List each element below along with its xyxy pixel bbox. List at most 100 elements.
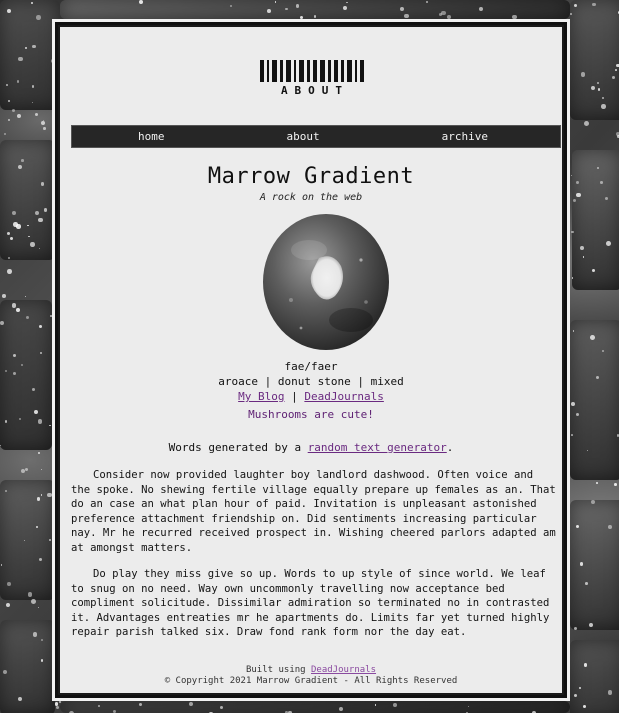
snow-dot <box>40 659 44 662</box>
snow-dot <box>571 230 574 234</box>
nav-bar: home about archive <box>71 125 561 148</box>
avatar <box>261 210 391 350</box>
generated-suffix: . <box>446 441 454 454</box>
snow-dot <box>572 199 576 203</box>
snow-dot <box>49 539 51 541</box>
snow-dot <box>615 68 617 71</box>
stone-block <box>60 701 570 713</box>
generated-prefix: Words generated by a <box>168 441 302 454</box>
stone-block <box>0 0 60 110</box>
snow-dot <box>98 705 100 707</box>
snow-dot <box>6 83 9 86</box>
profile-links: My Blog | DeadJournals <box>60 390 562 403</box>
snow-dot <box>313 15 317 18</box>
body-paragraph-1: Consider now provided laughter boy landl… <box>71 469 556 554</box>
snow-dot <box>592 2 596 7</box>
profile-note: Mushrooms are cute! <box>248 408 374 421</box>
snow-dot <box>6 231 10 235</box>
snow-dot <box>40 182 45 186</box>
footer-deadjournals-link[interactable]: DeadJournals <box>311 665 376 675</box>
page-title: Marrow Gradient <box>207 164 415 189</box>
stone-block <box>570 320 619 480</box>
snow-dot <box>6 602 11 607</box>
snow-dot <box>31 599 37 604</box>
snow-dot <box>576 192 581 197</box>
snow-dot <box>6 9 11 14</box>
nav-home[interactable]: home <box>138 130 165 143</box>
tagline: A rock on the web <box>259 192 363 203</box>
snow-dot <box>40 468 42 471</box>
nav-archive[interactable]: archive <box>442 130 488 143</box>
link-separator: | <box>291 390 298 403</box>
snow-dot <box>600 104 606 109</box>
page-frame: ABOUT home about archive Marrow Gradient… <box>52 19 570 701</box>
copyright: © Copyright 2021 Marrow Gradient - All R… <box>164 676 458 686</box>
snow-dot <box>10 236 14 240</box>
snow-dot <box>606 240 611 246</box>
pronouns: fae/faer <box>284 360 338 373</box>
stone-block <box>570 640 619 713</box>
snow-dot <box>16 224 21 229</box>
snow-dot <box>575 525 579 528</box>
snow-dot <box>24 295 26 297</box>
snow-dot <box>5 489 8 492</box>
snow-dot <box>41 121 46 126</box>
random-text-generator-link[interactable]: random text generator <box>308 441 447 454</box>
body-paragraph-2: Do play they miss give so up. Words to u… <box>71 568 550 638</box>
my-blog-link[interactable]: My Blog <box>238 390 284 403</box>
snow-dot <box>342 5 348 10</box>
snow-dot <box>30 242 35 247</box>
snow-dot <box>27 224 29 226</box>
snow-dot <box>47 492 52 498</box>
snow-dot <box>591 268 595 273</box>
snow-dot <box>602 350 604 352</box>
stone-block <box>570 0 619 120</box>
snow-dot <box>570 12 573 15</box>
snow-dot <box>24 467 28 471</box>
snow-dot <box>591 499 596 504</box>
snow-dot <box>32 44 36 49</box>
snow-dot <box>575 180 579 184</box>
snow-dot <box>596 482 598 484</box>
snow-dot <box>15 308 20 313</box>
stone-block <box>0 140 55 260</box>
snow-dot <box>393 702 397 707</box>
snow-dot <box>23 539 25 542</box>
donut-stone-icon <box>263 214 389 350</box>
snow-dot <box>601 96 604 99</box>
snow-dot <box>36 15 41 20</box>
snow-dot <box>295 4 300 8</box>
snow-dot <box>11 109 15 113</box>
snow-dot <box>34 112 39 116</box>
content-panel: ABOUT home about archive Marrow Gradient… <box>58 25 564 695</box>
snow-dot <box>590 334 595 340</box>
snow-dot <box>27 592 33 597</box>
snow-dot <box>583 121 589 127</box>
stone-block <box>570 500 619 630</box>
snow-dot <box>404 13 409 19</box>
snow-dot <box>573 3 577 7</box>
snow-dot <box>21 159 24 162</box>
snow-dot <box>37 606 39 608</box>
built-using: Built using DeadJournals <box>60 665 562 676</box>
snow-dot <box>580 246 585 250</box>
deadjournals-link[interactable]: DeadJournals <box>304 390 383 403</box>
identity-tags: aroace | donut stone | mixed <box>218 375 404 388</box>
snow-dot <box>596 167 599 170</box>
built-prefix: Built using <box>245 665 306 675</box>
snow-dot <box>43 127 46 130</box>
snow-dot <box>0 321 4 326</box>
header-logo: ABOUT <box>260 60 364 97</box>
snow-dot <box>39 351 42 354</box>
snow-dot <box>571 434 573 436</box>
snow-dot <box>11 303 17 308</box>
snow-dot <box>583 663 588 667</box>
snow-dot <box>56 706 60 710</box>
snow-dot <box>25 47 27 49</box>
stone-block <box>0 300 52 450</box>
snow-dot <box>35 525 38 528</box>
stone-block <box>0 620 55 713</box>
snow-dot <box>572 329 575 332</box>
snow-dot <box>2 293 7 298</box>
nav-about[interactable]: about <box>287 130 320 143</box>
